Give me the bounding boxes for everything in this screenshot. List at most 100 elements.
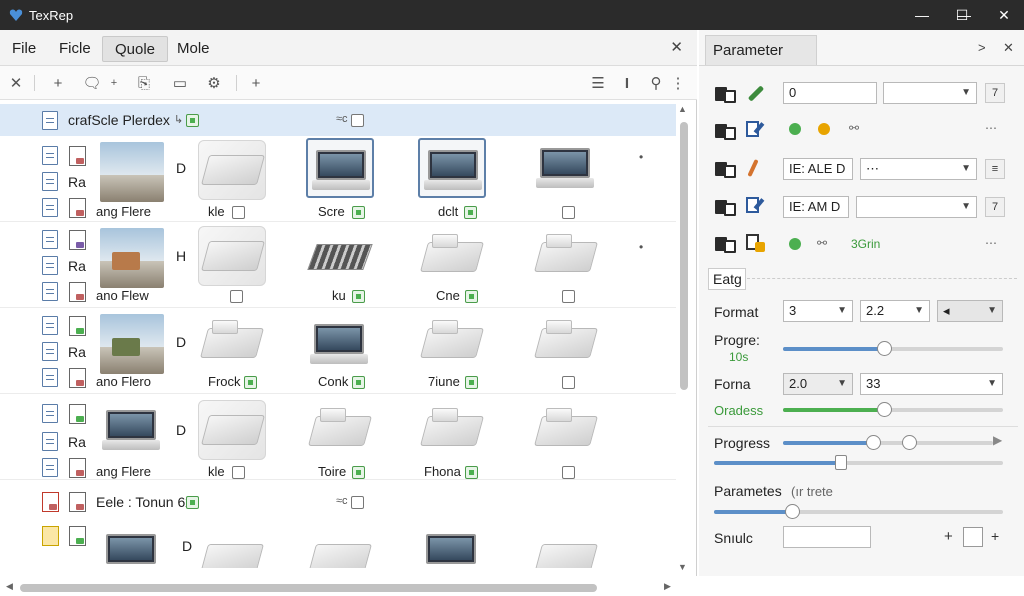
horizontal-scrollbar[interactable]: ◀ ▶	[0, 580, 697, 596]
forna-dropdown-2[interactable]: 33 ▼	[860, 373, 1003, 395]
format-dropdown-2[interactable]: 2.2 ▼	[860, 300, 930, 322]
play-icon[interactable]: ▶	[993, 433, 1002, 447]
more-icon[interactable]: ⋯	[985, 236, 997, 250]
cell-checkbox[interactable]	[352, 290, 365, 303]
slider-knob-low[interactable]	[865, 435, 881, 450]
thumbnail[interactable]	[198, 400, 266, 460]
cell-checkbox[interactable]	[562, 206, 575, 219]
range-slider[interactable]	[783, 435, 993, 450]
progress-slider-2[interactable]	[714, 455, 1003, 470]
thumbnail[interactable]	[418, 138, 486, 198]
oradess-slider[interactable]	[783, 402, 1003, 417]
bolt-icon[interactable]	[745, 158, 765, 178]
add-item-icon[interactable]: +	[244, 71, 268, 95]
cell-checkbox[interactable]	[232, 206, 245, 219]
vertical-scrollbar[interactable]: ▲ ▼	[677, 100, 691, 576]
status-checkbox[interactable]	[186, 496, 199, 509]
select-checkbox[interactable]	[351, 496, 364, 509]
filter-button[interactable]: ≡	[985, 159, 1005, 179]
thumbnail[interactable]	[532, 138, 600, 198]
format-dropdown-3[interactable]: ◂ ▼	[937, 300, 1003, 322]
thumbnail[interactable]	[306, 314, 374, 374]
cell-checkbox[interactable]	[465, 466, 478, 479]
thumbnail[interactable]	[532, 314, 600, 374]
cell-checkbox[interactable]	[465, 290, 478, 303]
table-row[interactable]: Ra ang Flere D kle Toire Fhona	[0, 396, 676, 480]
slider-knob[interactable]	[876, 341, 892, 356]
cell-checkbox[interactable]	[244, 376, 257, 389]
forna-dropdown-1[interactable]: 2.0 ▼	[783, 373, 853, 395]
option-button[interactable]: 7	[985, 83, 1005, 103]
group-row[interactable]: crafScle Plerdex ↳ ≈c	[0, 104, 676, 136]
value-dropdown[interactable]: ▼	[856, 196, 977, 218]
value-dropdown[interactable]: ⋯ ▼	[860, 158, 977, 180]
add-icon[interactable]: +	[46, 71, 70, 95]
value-field[interactable]: 0	[783, 82, 877, 104]
thumbnail[interactable]	[198, 140, 266, 200]
thumbnail[interactable]	[306, 228, 374, 288]
settings-icon[interactable]: ⚙	[202, 71, 226, 95]
tab-parameter[interactable]: Parameter	[705, 35, 817, 65]
table-row[interactable]: D	[0, 520, 676, 568]
close-icon[interactable]: ✕	[4, 71, 28, 95]
add-button-2[interactable]: +	[991, 528, 999, 544]
scroll-thumb[interactable]	[20, 584, 597, 592]
status-checkbox[interactable]	[186, 114, 199, 127]
minimize-glyph[interactable]: —	[902, 0, 942, 30]
value-field[interactable]: IE: ALE D	[783, 158, 853, 180]
close-window-button[interactable]: ✕	[984, 0, 1024, 30]
add-button[interactable]: +	[944, 528, 953, 545]
value-field[interactable]: IE: AM D	[783, 196, 849, 218]
thumbnail[interactable]	[418, 402, 486, 462]
scroll-right-icon[interactable]: ▶	[664, 581, 671, 592]
slider-knob[interactable]	[835, 455, 848, 470]
cell-checkbox[interactable]	[352, 466, 365, 479]
more-icon[interactable]: ⋮	[666, 71, 690, 95]
link-icon[interactable]: ⚯	[817, 236, 827, 250]
thumbnail[interactable]	[418, 228, 486, 288]
table-row[interactable]: Ra ano Flero D Frock Conk 7iune	[0, 310, 676, 394]
value-dropdown[interactable]: ▼	[883, 82, 977, 104]
link-icon[interactable]: ⚯	[849, 121, 859, 135]
thumbnail[interactable]	[198, 314, 266, 374]
table-row[interactable]: Ra ang Flere D kle Scre dclt •	[0, 138, 676, 222]
table-row[interactable]: Ra ano Flew H ku Cne •	[0, 224, 676, 308]
menu-quole[interactable]: Quole	[102, 36, 169, 62]
collapse-icon[interactable]: >	[978, 40, 986, 55]
maximize-button[interactable]: ☐	[942, 0, 982, 30]
search-icon[interactable]: ⚲	[644, 71, 668, 95]
thumbnail[interactable]	[306, 530, 374, 568]
menu-file[interactable]: File	[0, 36, 48, 62]
close-document-icon[interactable]: ✕	[670, 38, 683, 56]
menu-ficle[interactable]: Ficle	[47, 36, 103, 62]
cell-checkbox[interactable]	[464, 206, 477, 219]
cell-checkbox[interactable]	[352, 206, 365, 219]
slider-knob[interactable]	[784, 504, 800, 519]
scroll-thumb[interactable]	[680, 122, 688, 390]
option-button[interactable]: 7	[985, 197, 1005, 217]
copy-doc-icon[interactable]: ⎘	[132, 71, 156, 95]
cell-checkbox[interactable]	[562, 466, 575, 479]
edit-document-icon[interactable]	[745, 120, 765, 140]
list-view-icon[interactable]: ☰	[586, 71, 610, 95]
thumbnail[interactable]	[532, 402, 600, 462]
menu-mole[interactable]: Mole	[165, 36, 222, 62]
progress-slider[interactable]	[783, 341, 1003, 356]
cell-checkbox[interactable]	[232, 466, 245, 479]
comment-add-icon[interactable]: +	[102, 71, 126, 95]
thumbnail[interactable]	[198, 226, 266, 286]
snule-input[interactable]	[783, 526, 871, 548]
more-icon[interactable]: ⋯	[985, 121, 997, 135]
scroll-up-icon[interactable]: ▲	[678, 104, 687, 114]
green-pen-icon[interactable]	[745, 83, 765, 103]
scroll-down-icon[interactable]: ▼	[678, 562, 687, 572]
cell-checkbox[interactable]	[465, 376, 478, 389]
edit-document-icon[interactable]	[745, 196, 765, 216]
close-panel-icon[interactable]: ✕	[1003, 40, 1014, 56]
slider-knob-high[interactable]	[901, 435, 917, 450]
group-row[interactable]: Eele : Tonun 6x ≈c	[0, 486, 676, 518]
select-checkbox[interactable]	[351, 114, 364, 127]
cell-checkbox[interactable]	[352, 376, 365, 389]
cell-checkbox[interactable]	[562, 376, 575, 389]
thumbnail[interactable]	[418, 524, 486, 568]
